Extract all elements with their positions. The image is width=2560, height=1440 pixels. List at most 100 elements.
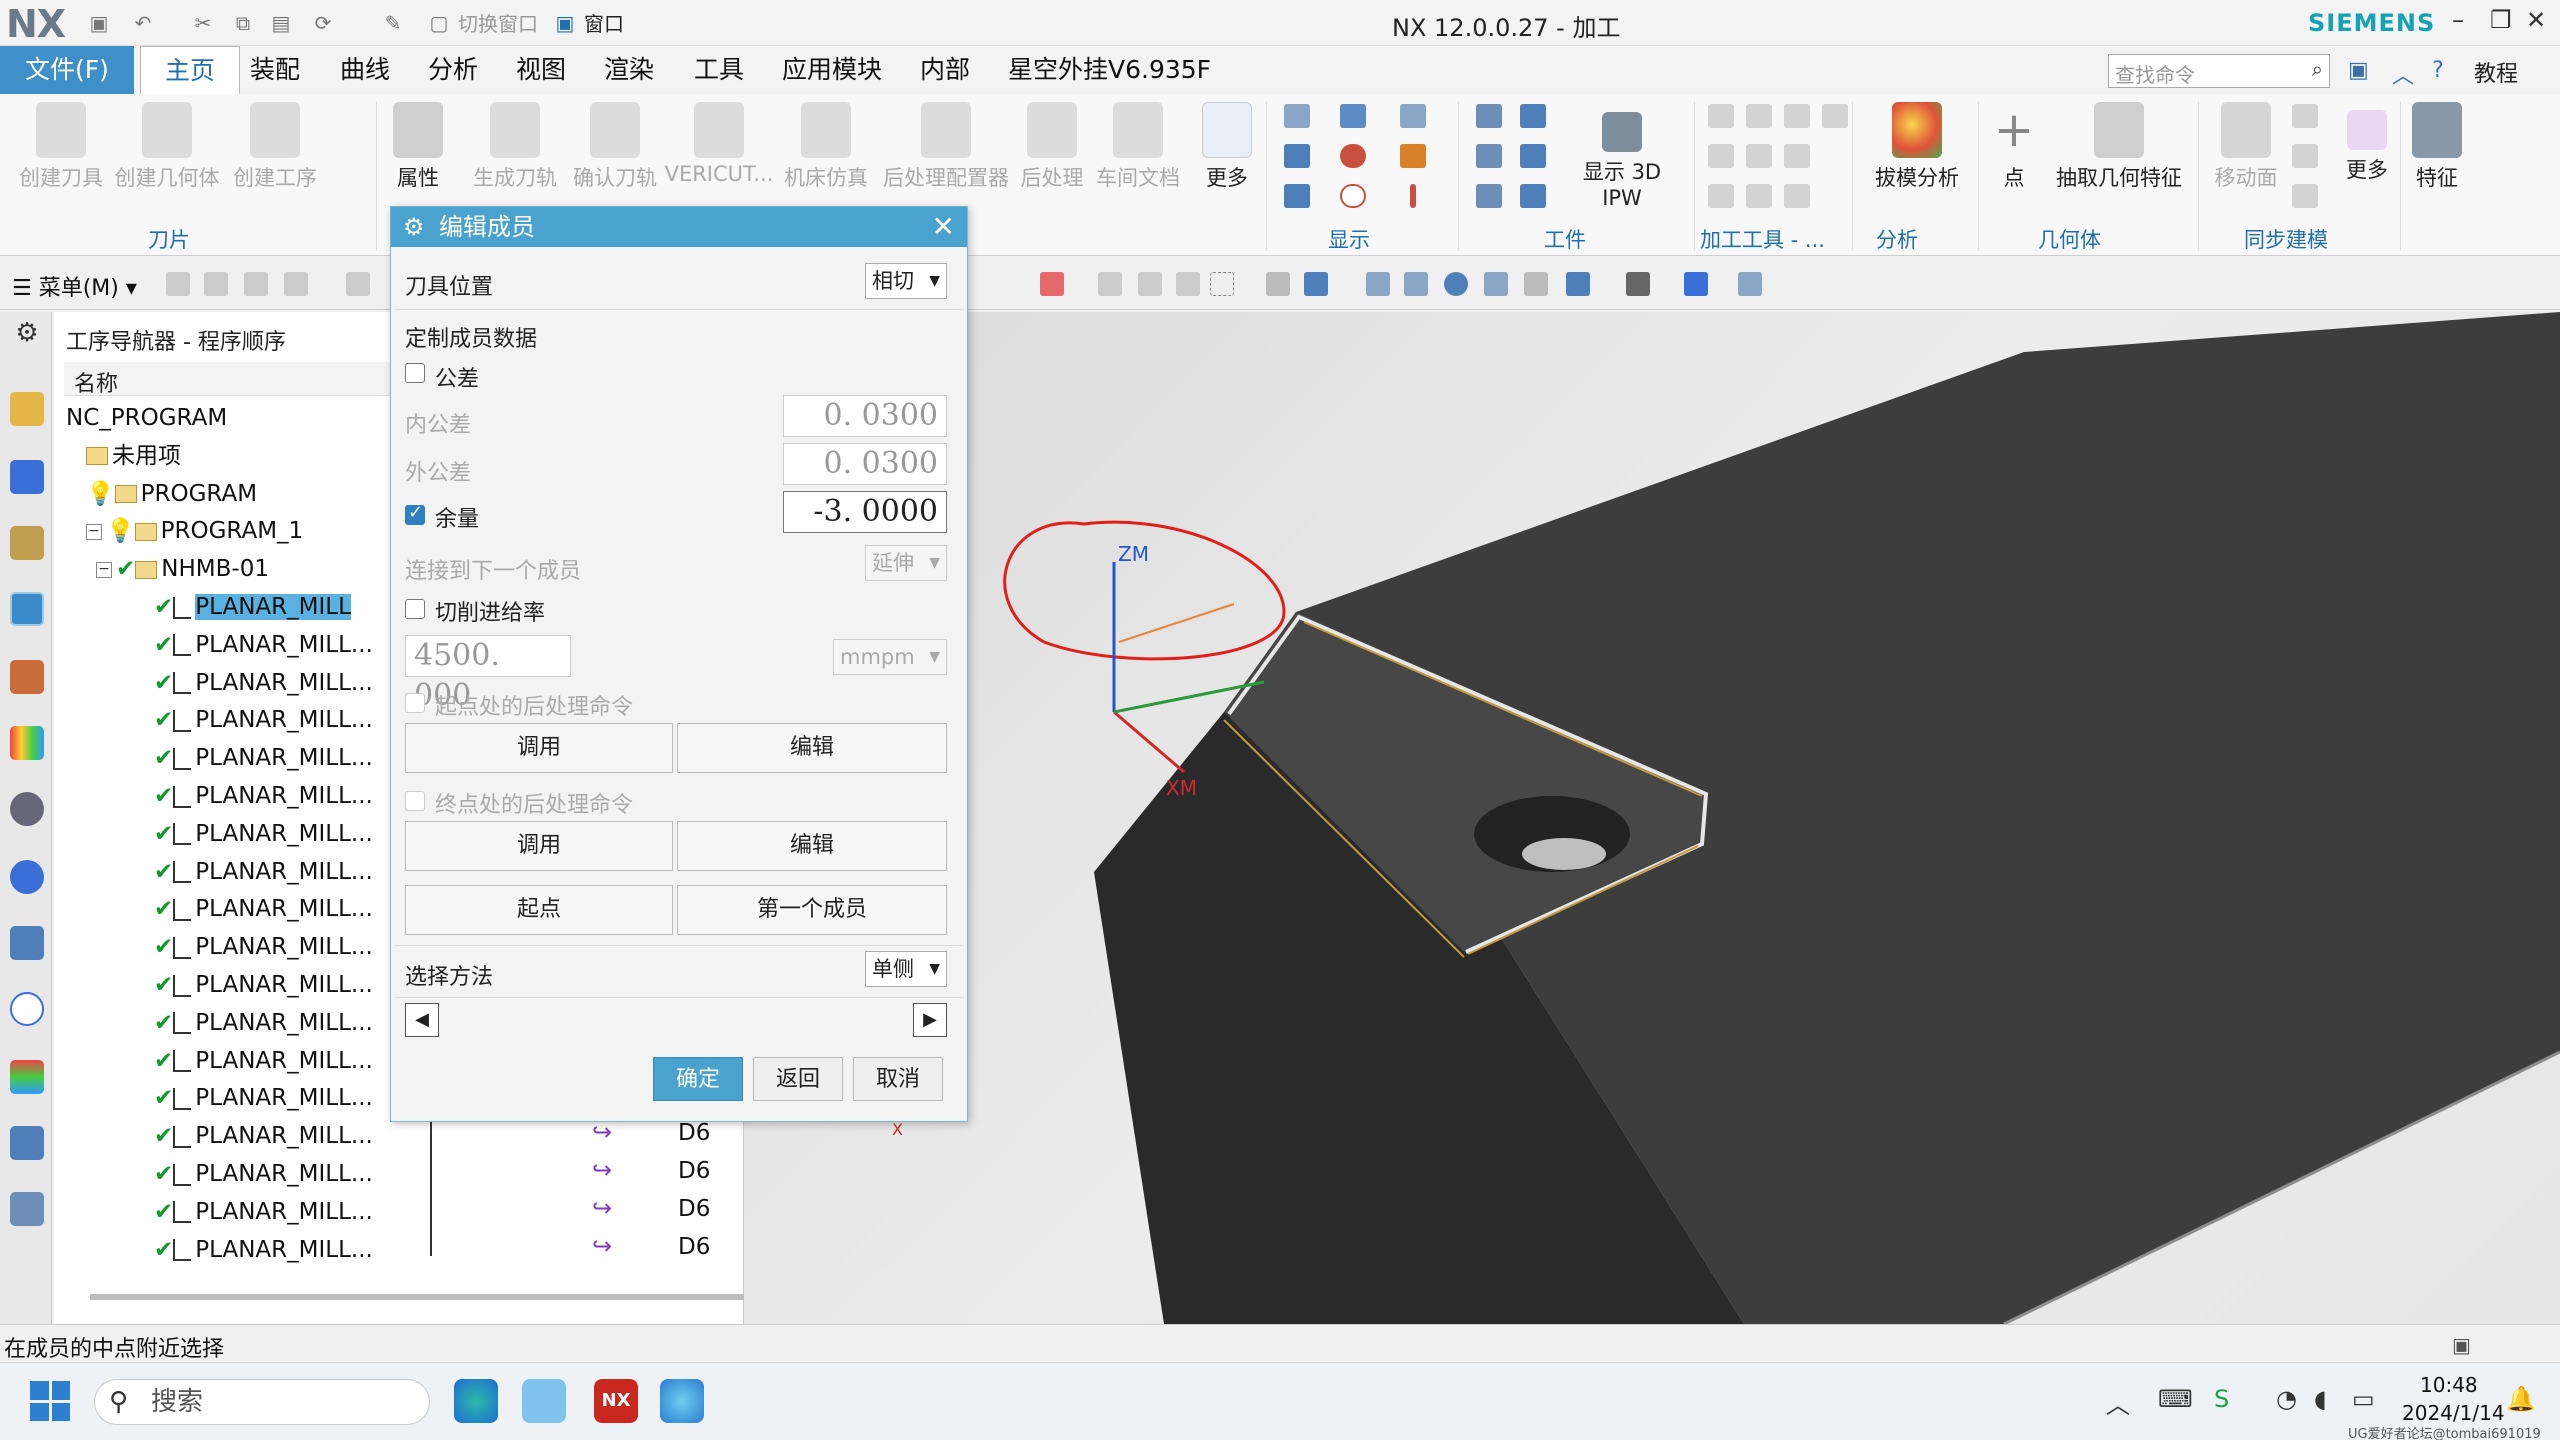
wifi-icon[interactable]: ◔: [2276, 1385, 2297, 1413]
tree-row[interactable]: ✔ PLANAR_MILL...: [66, 778, 432, 814]
nx-navigator-app-icon[interactable]: [522, 1379, 566, 1423]
next-member-button[interactable]: ▶: [913, 1003, 947, 1037]
outtol-input[interactable]: 0. 0300: [783, 443, 947, 485]
clock-icon[interactable]: [10, 992, 44, 1026]
machine-nav-icon[interactable]: [10, 660, 44, 694]
ime-icon[interactable]: ⌨: [2158, 1385, 2193, 1413]
dialog-title-bar[interactable]: ⚙ 编辑成员 ✕: [391, 207, 967, 247]
column-name-header[interactable]: 名称: [74, 366, 118, 398]
assembly-nav-icon[interactable]: [10, 392, 44, 426]
draft-analysis-button[interactable]: 拔模分析: [1862, 102, 1972, 192]
feed-rate-checkbox[interactable]: [405, 599, 425, 619]
tab-curve[interactable]: 曲线: [340, 46, 390, 94]
display-icon-1[interactable]: [1284, 104, 1310, 128]
undo-icon[interactable]: ↶: [130, 10, 156, 36]
tree-row[interactable]: 💡 PROGRAM: [66, 476, 432, 512]
tree-row[interactable]: 未用项: [66, 438, 432, 474]
tree-row[interactable]: ✔ PLANAR_MILL...: [66, 929, 432, 965]
filter-icon-1[interactable]: [166, 272, 190, 296]
vericut-button[interactable]: VERICUT...: [664, 102, 774, 186]
cube-view-icon[interactable]: [1684, 272, 1708, 296]
post-builder-button[interactable]: 后处理配置器: [878, 102, 1014, 192]
copy-icon[interactable]: ⧉: [230, 10, 256, 36]
tree-row[interactable]: ✔ PLANAR_MILL...: [66, 1232, 432, 1268]
clock-date[interactable]: 2024/1/14: [2402, 1401, 2505, 1425]
stock-input[interactable]: -3. 0000: [783, 491, 947, 533]
machining-tool-icon-7[interactable]: [1784, 144, 1810, 168]
filter-icon-3[interactable]: [244, 272, 268, 296]
generate-path-button[interactable]: 生成刀轨: [470, 102, 560, 192]
switch-window-icon[interactable]: ▢: [426, 10, 452, 36]
web-browser-icon[interactable]: [10, 860, 44, 894]
create-geometry-button[interactable]: 创建几何体: [112, 102, 222, 192]
machining-tool-icon-1[interactable]: [1708, 104, 1734, 128]
curve-icon[interactable]: [1340, 144, 1366, 168]
workpiece-icon-2[interactable]: [1520, 104, 1546, 128]
tab-plugin[interactable]: 星空外挂V6.935F: [1008, 46, 1211, 94]
tree-row[interactable]: ✔ PLANAR_MILL...: [66, 854, 432, 890]
display-icon-2[interactable]: [1284, 144, 1310, 168]
end-post-checkbox[interactable]: [405, 791, 425, 811]
tree-row[interactable]: ✔ PLANAR_MILL...: [66, 1080, 432, 1116]
connect-next-select[interactable]: 延伸 ▼: [865, 545, 947, 581]
machining-tool-icon-3[interactable]: [1784, 104, 1810, 128]
display-icon-3[interactable]: [1284, 184, 1310, 208]
display-icon-5[interactable]: [1400, 104, 1426, 128]
graphics-viewport[interactable]: ✕ ZM XM Z Y X: [744, 312, 2560, 1324]
tab-view[interactable]: 视图: [516, 46, 566, 94]
window-menu-label[interactable]: 窗口: [584, 8, 624, 37]
sync-icon-3[interactable]: [2292, 184, 2318, 208]
tree-row[interactable]: ✔ PLANAR_MILL...: [66, 627, 432, 663]
operation-nav-icon[interactable]: [10, 592, 44, 626]
sync-icon-2[interactable]: [2292, 144, 2318, 168]
start-menu-icon[interactable]: [30, 1381, 70, 1421]
tool-display-icon[interactable]: [1400, 144, 1426, 168]
tree-row[interactable]: ✔ PLANAR_MILL...: [66, 1194, 432, 1230]
create-operation-button[interactable]: 创建工序: [228, 102, 322, 192]
tolerance-checkbox[interactable]: [405, 363, 425, 383]
switch-window-label[interactable]: 切换窗口: [458, 8, 538, 37]
filter-icon-4[interactable]: [284, 272, 308, 296]
previous-member-button[interactable]: ◀: [405, 1003, 439, 1037]
sync-icon-1[interactable]: [2292, 104, 2318, 128]
cut-icon[interactable]: ✂: [190, 10, 216, 36]
end-edit-button[interactable]: 编辑: [677, 821, 947, 871]
feature-button[interactable]: 特征: [2410, 102, 2464, 192]
repeat-command-icon[interactable]: ⟳: [310, 10, 336, 36]
settings-icon[interactable]: ⚙: [10, 318, 44, 352]
menu-button[interactable]: ☰ 菜单(M) ▾: [12, 270, 137, 302]
history-icon[interactable]: [10, 926, 44, 960]
start-call-button[interactable]: 调用: [405, 723, 673, 773]
layout-icon[interactable]: [1566, 272, 1590, 296]
snap-icon-5[interactable]: [1176, 272, 1200, 296]
zoom-icon[interactable]: [1404, 272, 1428, 296]
tab-internal[interactable]: 内部: [920, 46, 970, 94]
tray-app-icon[interactable]: S: [2214, 1385, 2229, 1413]
feed-unit-select[interactable]: mmpm ▼: [833, 639, 947, 675]
first-member-button[interactable]: 第一个成员: [677, 885, 947, 935]
start-point-button[interactable]: 起点: [405, 885, 673, 935]
palette-icon[interactable]: [10, 1060, 44, 1094]
select-method-select[interactable]: 单侧 ▼: [865, 951, 947, 987]
view-icon-1[interactable]: [1266, 272, 1290, 296]
tree-row[interactable]: ✔ PLANAR_MILL...: [66, 1156, 432, 1192]
snap-icon-1[interactable]: [346, 272, 370, 296]
dialog-gear-icon[interactable]: ⚙: [403, 207, 425, 247]
fullscreen-icon[interactable]: ▣: [2348, 58, 2369, 83]
touch-mode-icon[interactable]: ✎: [380, 10, 406, 36]
tab-tools[interactable]: 工具: [694, 46, 744, 94]
tree-row[interactable]: − 💡 PROGRAM_1: [66, 513, 432, 549]
fullscreen-toggle-icon[interactable]: ▣: [2452, 1333, 2471, 1357]
properties-button[interactable]: 属性: [388, 102, 448, 192]
collapse-icon[interactable]: −: [86, 523, 102, 540]
tab-application[interactable]: 应用模块: [782, 46, 882, 94]
part-nav-icon[interactable]: [10, 526, 44, 560]
circle-icon[interactable]: [1340, 184, 1366, 208]
battery-icon[interactable]: ▭: [2352, 1385, 2375, 1413]
verify-path-button[interactable]: 确认刀轨: [570, 102, 660, 192]
snap-icon-3[interactable]: [1098, 272, 1122, 296]
nx-app-icon[interactable]: NX: [594, 1379, 638, 1423]
clock-time[interactable]: 10:48: [2420, 1373, 2478, 1397]
close-icon[interactable]: ✕: [2526, 6, 2546, 34]
display-icon-4[interactable]: [1340, 104, 1366, 128]
